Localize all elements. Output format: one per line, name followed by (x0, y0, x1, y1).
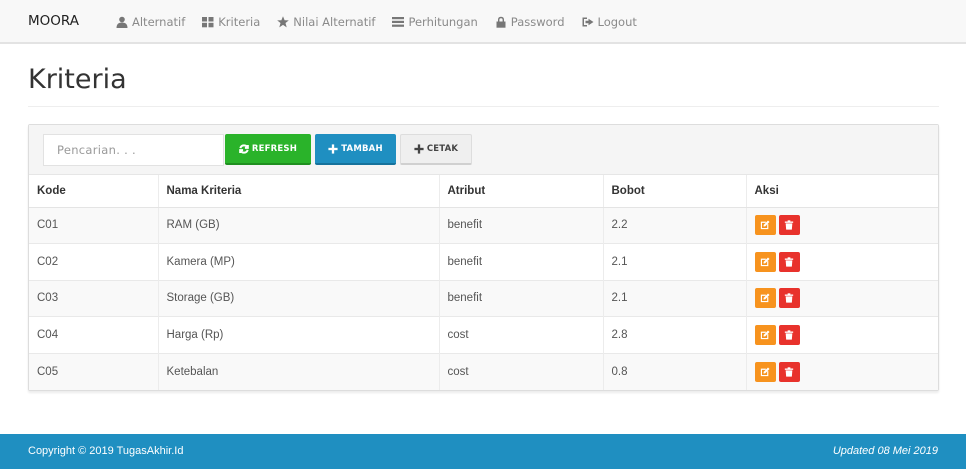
nav-item-nilai-alternatif[interactable]: Nilai Alternatif (277, 15, 375, 29)
cell-aksi (745, 279, 938, 317)
header-divider (28, 106, 939, 107)
delete-button[interactable] (778, 215, 800, 236)
header-bobot: Bobot (602, 175, 746, 208)
kriteria-table: Kode Nama Kriteria Atribut Bobot Aksi C0… (29, 175, 938, 390)
delete-button[interactable] (778, 361, 800, 382)
trash-icon (784, 330, 794, 340)
table-header-row: Kode Nama Kriteria Atribut Bobot Aksi (29, 175, 938, 208)
logout-icon (582, 17, 594, 27)
footer-copyright: Copyright © 2019 TugasAkhir.Id (28, 445, 184, 457)
kriteria-panel: REFRESH TAMBAH CETAK Kode Nama Kriteria … (28, 124, 939, 391)
cell-kode: C02 (29, 243, 158, 280)
panel-toolbar: REFRESH TAMBAH CETAK (29, 125, 938, 175)
nav-menu: Alternatif Kriteria Nilai Alternatif Per… (116, 0, 654, 44)
table-row: C04 Harga (Rp) cost 2.8 (29, 316, 938, 353)
edit-icon (760, 330, 770, 339)
footer: Copyright © 2019 TugasAkhir.Id Updated 0… (0, 434, 966, 469)
trash-icon (784, 220, 794, 230)
cell-atribut: cost (438, 316, 603, 353)
cell-atribut: benefit (438, 243, 603, 280)
nav-item-password[interactable]: Password (495, 15, 565, 29)
cell-aksi (745, 206, 938, 244)
nav-item-logout[interactable]: Logout (582, 15, 637, 29)
refresh-icon (239, 143, 249, 154)
cell-kode: C03 (29, 279, 158, 317)
footer-updated: Updated 08 Mei 2019 (832, 445, 938, 457)
header-nama-kriteria: Nama Kriteria (157, 175, 439, 208)
cell-nama: Kamera (MP) (157, 243, 439, 280)
nav-item-label: Password (510, 15, 565, 29)
search-input[interactable] (43, 134, 224, 166)
nav-item-perhitungan[interactable]: Perhitungan (392, 15, 478, 29)
delete-button[interactable] (778, 324, 800, 345)
delete-button[interactable] (778, 288, 800, 309)
cell-nama: Harga (Rp) (157, 316, 439, 353)
cell-atribut: benefit (438, 206, 603, 244)
cell-bobot: 2.1 (602, 243, 746, 280)
refresh-label: REFRESH (251, 143, 298, 154)
edit-button[interactable] (754, 288, 776, 309)
refresh-button[interactable]: REFRESH (225, 134, 311, 165)
cell-bobot: 2.8 (602, 316, 746, 353)
cell-bobot: 2.1 (602, 279, 746, 317)
star-icon (277, 16, 290, 28)
header-atribut: Atribut (438, 175, 603, 208)
nav-item-label: Logout (597, 15, 637, 29)
edit-button[interactable] (754, 215, 776, 236)
edit-icon (760, 220, 770, 230)
cell-bobot: 0.8 (602, 352, 746, 390)
lock-icon (496, 16, 506, 28)
cell-aksi (745, 352, 938, 390)
print-button[interactable]: CETAK (400, 134, 472, 165)
plus-icon (328, 143, 338, 154)
table-row: C03 Storage (GB) benefit 2.1 (29, 279, 938, 317)
cell-atribut: cost (438, 352, 603, 390)
cell-nama: Ketebalan (157, 352, 439, 390)
nav-item-label: Alternatif (132, 15, 186, 29)
table-row: C02 Kamera (MP) benefit 2.1 (29, 243, 938, 280)
cell-kode: C04 (29, 316, 158, 353)
trash-icon (784, 293, 794, 303)
edit-icon (760, 257, 770, 266)
cell-atribut: benefit (438, 279, 603, 317)
page-title: Kriteria (28, 64, 127, 95)
edit-icon (760, 293, 770, 303)
edit-button[interactable] (754, 251, 776, 272)
nav-item-label: Perhitungan (408, 15, 478, 29)
cell-aksi (745, 316, 938, 353)
table-row: C01 RAM (GB) benefit 2.2 (29, 206, 938, 244)
table-row: C05 Ketebalan cost 0.8 (29, 352, 938, 390)
cell-kode: C05 (29, 352, 158, 390)
cell-bobot: 2.2 (602, 206, 746, 244)
cell-nama: RAM (GB) (157, 206, 439, 244)
plus-icon (414, 144, 424, 154)
nav-item-kriteria[interactable]: Kriteria (202, 15, 260, 29)
cell-kode: C01 (29, 206, 158, 244)
delete-button[interactable] (778, 251, 800, 272)
list-icon (392, 17, 405, 27)
add-label: TAMBAH (341, 143, 383, 154)
brand-logo[interactable]: MOORA (28, 13, 79, 29)
nav-item-label: Nilai Alternatif (293, 15, 376, 29)
header-kode: Kode (29, 175, 158, 208)
user-icon (116, 16, 128, 28)
nav-item-label: Kriteria (218, 15, 261, 29)
header-aksi: Aksi (745, 175, 938, 208)
print-label: CETAK (426, 144, 459, 154)
edit-button[interactable] (754, 361, 776, 382)
edit-icon (760, 367, 770, 376)
grid-icon (202, 17, 214, 28)
trash-icon (784, 257, 794, 267)
cell-aksi (745, 243, 938, 280)
top-navbar: MOORA Alternatif Kriteria Nilai Alternat… (0, 0, 966, 44)
edit-button[interactable] (754, 324, 776, 345)
add-button[interactable]: TAMBAH (315, 134, 396, 165)
trash-icon (784, 366, 794, 377)
nav-item-alternatif[interactable]: Alternatif (116, 15, 185, 29)
cell-nama: Storage (GB) (157, 279, 439, 317)
